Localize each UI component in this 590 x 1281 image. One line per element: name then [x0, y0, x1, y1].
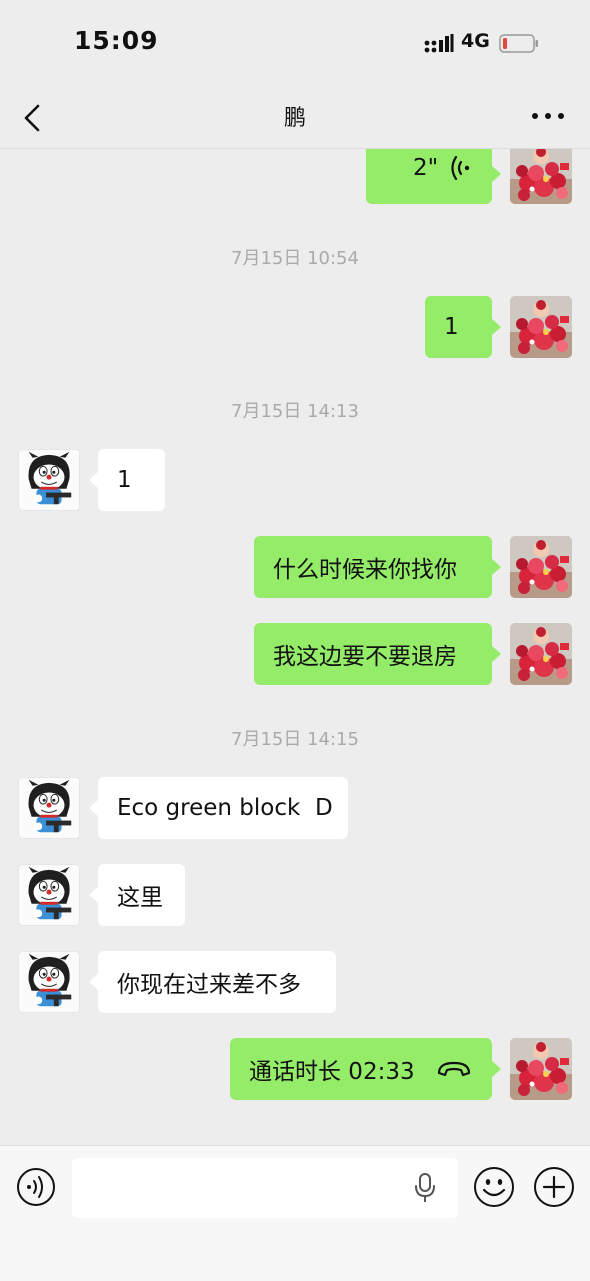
- microphone-icon[interactable]: [412, 1172, 438, 1204]
- input-bar: [0, 1145, 590, 1281]
- timestamp: 7月15日 10:54: [231, 248, 359, 269]
- message-bubble[interactable]: 这里: [89, 864, 185, 926]
- network-type: 4G: [461, 30, 490, 52]
- avatar-peer[interactable]: [18, 777, 80, 839]
- battery-icon: [499, 34, 538, 53]
- avatar-image: [510, 1038, 572, 1100]
- message-input[interactable]: [72, 1158, 458, 1218]
- avatar-me[interactable]: [510, 296, 572, 358]
- avatar-me[interactable]: [510, 1038, 572, 1100]
- message-bubble[interactable]: 我这边要不要退房: [254, 623, 501, 685]
- emoji-icon[interactable]: [473, 1166, 515, 1208]
- nav-bar: 鹏: [0, 88, 590, 149]
- avatar-me[interactable]: [510, 149, 572, 204]
- message-bubble[interactable]: Eco green block D: [89, 777, 348, 839]
- message-bubble[interactable]: 1: [425, 296, 501, 358]
- status-bar: 15:09 4G: [0, 0, 590, 88]
- timestamp: 7月15日 14:15: [231, 729, 359, 750]
- timestamp: 7月15日 14:13: [231, 401, 359, 422]
- avatar-peer[interactable]: [18, 864, 80, 926]
- avatar-image: [19, 778, 79, 838]
- voice-wave-icon: [451, 156, 470, 180]
- avatar-image: [510, 296, 572, 358]
- message-bubble[interactable]: 什么时候来你找你: [254, 536, 501, 598]
- phone-icon: [437, 1061, 471, 1077]
- avatar-image: [510, 536, 572, 598]
- avatar-image: [19, 952, 79, 1012]
- call-duration-text: 通话时长 02:33: [249, 1059, 415, 1085]
- message-bubble[interactable]: 你现在过来差不多: [89, 951, 336, 1013]
- voice-message[interactable]: 2": [366, 149, 501, 204]
- avatar-peer[interactable]: [18, 951, 80, 1013]
- call-record-bubble[interactable]: 通话时长 02:33: [230, 1038, 501, 1100]
- voice-duration: 2": [413, 155, 439, 181]
- avatar-peer[interactable]: [18, 449, 80, 511]
- plus-icon[interactable]: [533, 1166, 575, 1208]
- chat-title: 鹏: [283, 106, 306, 131]
- avatar-image: [510, 149, 572, 204]
- more-dots-icon[interactable]: [530, 106, 566, 126]
- avatar-me[interactable]: [510, 623, 572, 685]
- message-bubble[interactable]: 1: [89, 449, 165, 511]
- avatar-image: [19, 450, 79, 510]
- chat-area[interactable]: 2" 7月15日 10:54 1 7月15日 14:13 1 什么时候来你找你 …: [0, 149, 590, 1145]
- signal-icon: [424, 34, 454, 53]
- avatar-image: [510, 623, 572, 685]
- status-time: 15:09: [74, 26, 159, 55]
- avatar-image: [19, 865, 79, 925]
- avatar-me[interactable]: [510, 536, 572, 598]
- voice-mode-icon[interactable]: [16, 1167, 56, 1207]
